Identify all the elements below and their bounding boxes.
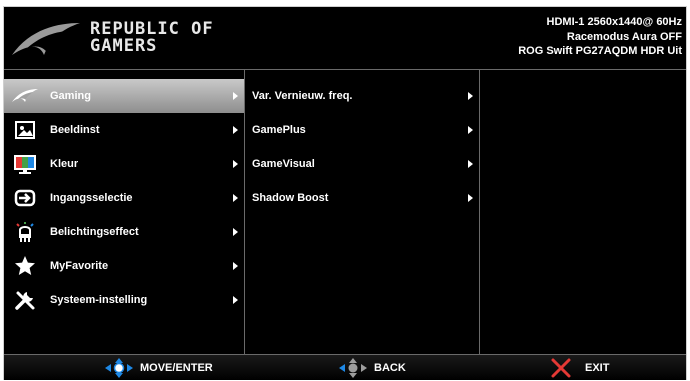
exit-button[interactable]: EXIT	[549, 355, 609, 380]
chevron-right-icon	[233, 92, 238, 100]
lighting-icon	[10, 221, 40, 243]
menu-item-label: Belichtingseffect	[50, 226, 139, 238]
menu-item-myfavorite[interactable]: MyFavorite	[4, 249, 244, 283]
input-icon	[10, 187, 40, 209]
exit-label: EXIT	[585, 361, 610, 374]
menu-item-ingangsselectie[interactable]: Ingangsselectie	[4, 181, 244, 215]
menu-item-belichtingseffect[interactable]: Belichtingseffect	[4, 215, 244, 249]
chevron-right-icon	[233, 262, 238, 270]
chevron-right-icon	[233, 296, 238, 304]
submenu-item-gamevisual[interactable]: GameVisual	[245, 147, 479, 181]
status-line-mode: Racemodus Aura OFF	[566, 30, 682, 43]
menu-item-systeem-instelling[interactable]: Systeem-instelling	[4, 283, 244, 317]
chevron-right-icon	[468, 92, 473, 100]
menu-item-gaming[interactable]: Gaming	[4, 79, 244, 113]
close-icon	[551, 358, 571, 377]
submenu-item-label: GameVisual	[252, 158, 315, 170]
menu-item-label: Systeem-instelling	[50, 294, 148, 306]
dpad-icon	[105, 357, 133, 378]
osd-window: REPUBLIC OF GAMERS HDMI-1 2560x1440@ 60H…	[3, 6, 687, 380]
menu-item-beeldinst[interactable]: Beeldinst	[4, 113, 244, 147]
menu-item-kleur[interactable]: Kleur	[4, 147, 244, 181]
submenu-item-var-vernieuw-freq[interactable]: Var. Vernieuw. freq.	[245, 79, 479, 113]
brand-line-2: GAMERS	[90, 36, 158, 56]
footer-bar: MOVE/ENTER BACK EXIT	[4, 355, 686, 380]
chevron-right-icon	[233, 126, 238, 134]
header-divider	[4, 69, 686, 70]
move-enter-label: MOVE/ENTER	[140, 361, 213, 374]
image-icon	[10, 119, 40, 141]
color-icon	[10, 153, 40, 175]
dpad-left-icon	[339, 357, 367, 378]
status-line-input: HDMI-1 2560x1440@ 60Hz	[546, 16, 682, 28]
chevron-right-icon	[468, 160, 473, 168]
menu-item-label: Gaming	[50, 90, 91, 102]
column-divider-2	[479, 69, 480, 355]
menu-item-label: Beeldinst	[50, 124, 100, 136]
sub-menu: Var. Vernieuw. freq. GamePlus GameVisual…	[245, 79, 479, 215]
brand-logo-text: REPUBLIC OF GAMERS	[90, 21, 214, 55]
wrench-icon	[10, 289, 40, 311]
chevron-right-icon	[233, 228, 238, 236]
rog-eye-icon	[10, 85, 40, 107]
back-button[interactable]: BACK	[338, 355, 406, 380]
chevron-right-icon	[468, 194, 473, 202]
star-icon	[10, 255, 40, 277]
submenu-item-gameplus[interactable]: GamePlus	[245, 113, 479, 147]
chevron-right-icon	[233, 194, 238, 202]
submenu-item-shadow-boost[interactable]: Shadow Boost	[245, 181, 479, 215]
header: REPUBLIC OF GAMERS HDMI-1 2560x1440@ 60H…	[4, 7, 686, 69]
chevron-right-icon	[468, 126, 473, 134]
submenu-item-label: Shadow Boost	[252, 192, 329, 204]
rog-logo-icon	[12, 23, 80, 55]
menu-item-label: Kleur	[50, 158, 79, 170]
submenu-item-label: Var. Vernieuw. freq.	[252, 90, 353, 102]
status-line-model: ROG Swift PG27AQDM HDR Uit	[518, 45, 682, 57]
move-enter-button[interactable]: MOVE/ENTER	[104, 355, 213, 380]
submenu-item-label: GamePlus	[252, 124, 306, 136]
main-menu: Gaming Beeldinst Kleur Ingangsselectie B…	[4, 79, 244, 317]
menu-item-label: Ingangsselectie	[50, 192, 133, 204]
chevron-right-icon	[233, 160, 238, 168]
menu-item-label: MyFavorite	[50, 260, 109, 272]
status-info: HDMI-1 2560x1440@ 60Hz Racemodus Aura OF…	[518, 15, 682, 59]
back-label: BACK	[374, 361, 406, 374]
